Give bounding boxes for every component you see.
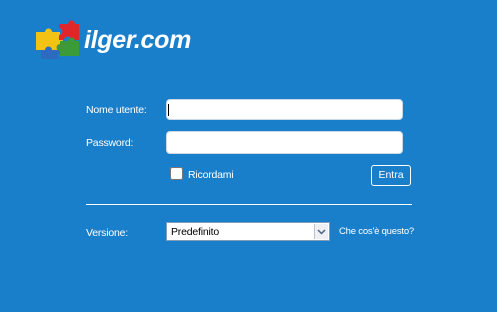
version-help-link[interactable]: Che cos'è questo? <box>339 226 414 238</box>
password-input[interactable] <box>166 131 403 154</box>
login-button[interactable]: Entra <box>371 165 411 186</box>
version-select[interactable]: Predefinito <box>166 222 330 241</box>
username-label: Nome utente: <box>86 104 147 116</box>
password-label: Password: <box>86 137 134 149</box>
divider <box>86 204 412 205</box>
chevron-down-icon[interactable] <box>314 224 328 239</box>
remember-me-label: Ricordami <box>188 169 234 181</box>
remember-me-checkbox[interactable] <box>170 167 183 180</box>
site-logo: ilger.com <box>33 20 208 66</box>
text-caret <box>168 104 169 116</box>
puzzle-pieces-icon <box>36 20 79 59</box>
version-label: Versione: <box>86 227 128 239</box>
version-selected-value: Predefinito <box>171 226 219 238</box>
brand-name: ilger.com <box>84 26 192 54</box>
username-input[interactable] <box>166 99 403 120</box>
